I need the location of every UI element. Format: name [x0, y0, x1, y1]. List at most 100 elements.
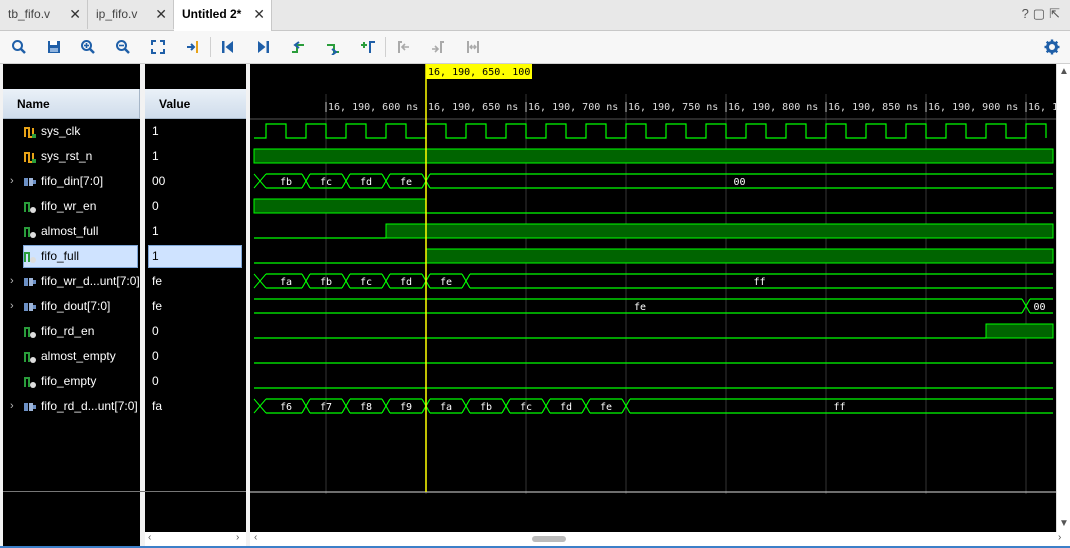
- go-to-last-time-icon[interactable]: [252, 36, 274, 58]
- wave-fifo-rd-count-value-label: f7: [320, 402, 332, 413]
- time-tick-label: 16, 190, 650 ns: [428, 102, 518, 113]
- signal-row[interactable]: › fifo_rd_d...unt[7:0]: [3, 394, 140, 419]
- wave-fifo-wr-count-value-label: fa: [280, 277, 292, 288]
- signal-row[interactable]: › fifo_din[7:0]: [3, 169, 140, 194]
- waveform-canvas[interactable]: 16, 190, 600 ns 16, 190, 650 ns 16, 190, 7…: [250, 64, 1056, 532]
- scroll-up-icon[interactable]: ▲: [1059, 66, 1069, 77]
- wave-fifo-din-transition: [341, 173, 351, 189]
- wave-fifo-wr-count-value-label: fc: [360, 277, 372, 288]
- expand-icon[interactable]: ›: [10, 269, 14, 294]
- scroll-left-icon[interactable]: ‹: [254, 532, 257, 543]
- wave-fifo-rd-count-value-label: f9: [400, 402, 412, 413]
- waveform-horizontal-scrollbar[interactable]: ‹ ›: [250, 532, 1070, 546]
- zoom-out-icon[interactable]: [112, 36, 134, 58]
- add-marker-icon[interactable]: [357, 36, 379, 58]
- signal-row[interactable]: sys_rst_n: [3, 144, 140, 169]
- divider: [3, 491, 246, 492]
- signal-row[interactable]: almost_full: [3, 219, 140, 244]
- wave-fifo-rd-count-transition: [341, 398, 351, 414]
- wave-fifo-din-transition: [381, 173, 391, 189]
- signal-row[interactable]: fifo_wr_en: [3, 194, 140, 219]
- go-to-cursor-icon[interactable]: [182, 36, 204, 58]
- zoom-fit-icon[interactable]: [147, 36, 169, 58]
- signal-name: fifo_empty: [41, 374, 97, 388]
- signal-value-text: 1: [152, 224, 159, 238]
- previous-marker-icon[interactable]: [392, 36, 414, 58]
- wave-fifo-din-value-label: fb: [280, 177, 292, 188]
- search-icon[interactable]: [8, 36, 30, 58]
- wave-fifo-rd-count-transition: [461, 398, 471, 414]
- scroll-left-icon[interactable]: ‹: [148, 532, 151, 543]
- previous-transition-icon[interactable]: [287, 36, 309, 58]
- scroll-right-icon[interactable]: ›: [1058, 532, 1061, 543]
- expand-icon[interactable]: ›: [10, 169, 14, 194]
- tab-tb-fifo[interactable]: tb_fifo.v ✕: [0, 0, 88, 29]
- wave-fifo-rd-en-high: [985, 323, 1054, 339]
- bus-signal-icon: [24, 178, 36, 186]
- save-icon[interactable]: [43, 36, 65, 58]
- expand-icon[interactable]: ›: [10, 394, 14, 419]
- output-signal-icon: [24, 377, 36, 388]
- wave-fifo-wr-count-transition: [301, 273, 311, 289]
- name-column-header[interactable]: Name: [3, 89, 140, 119]
- wave-fifo-dout-value-label: fe: [634, 302, 646, 313]
- zoom-in-icon[interactable]: [77, 36, 99, 58]
- signal-value-text: 1: [152, 124, 159, 138]
- signal-value: 00: [145, 169, 246, 194]
- signal-row[interactable]: fifo_full: [3, 244, 140, 269]
- wave-fifo-rd-count-value-label: ff: [833, 402, 845, 413]
- output-signal-icon: [24, 227, 36, 238]
- next-transition-icon[interactable]: [322, 36, 344, 58]
- scroll-down-icon[interactable]: ▼: [1059, 518, 1069, 529]
- vertical-scrollbar[interactable]: ▲ ▼: [1056, 64, 1070, 532]
- tab-untitled-2[interactable]: Untitled 2* ✕: [174, 0, 272, 31]
- bus-signal-icon: [24, 403, 36, 411]
- signal-value-text: fe: [152, 274, 163, 288]
- output-signal-icon: [24, 352, 36, 363]
- wave-fifo-din-value-label: fc: [320, 177, 332, 188]
- waveform-svg[interactable]: 16, 190, 600 ns 16, 190, 650 ns 16, 190, 7…: [250, 64, 1056, 532]
- scroll-right-icon[interactable]: ›: [236, 532, 239, 543]
- value-column-header[interactable]: Value: [145, 89, 246, 119]
- wave-fifo-rd-count-value-label: fb: [480, 402, 492, 413]
- signal-row[interactable]: almost_empty: [3, 344, 140, 369]
- wave-fifo-rd-count-transition: [581, 398, 591, 414]
- close-icon[interactable]: ✕: [69, 0, 81, 28]
- question-icon[interactable]: ?: [1022, 6, 1033, 21]
- settings-icon[interactable]: [1041, 36, 1063, 58]
- go-to-time-zero-icon[interactable]: [217, 36, 239, 58]
- signal-value: fa: [145, 394, 246, 419]
- signal-value-text: 1: [152, 249, 159, 263]
- signal-row[interactable]: › fifo_dout[7:0]: [3, 294, 140, 319]
- wave-fifo-rd-count-value-label: fe: [600, 402, 612, 413]
- wave-fifo-din-transition: [301, 173, 311, 189]
- wave-fifo-rd-count-transition: [381, 398, 391, 414]
- next-marker-icon[interactable]: [427, 36, 449, 58]
- wave-fifo-rd-count-transition: [541, 398, 551, 414]
- time-tick-label: 16, 190, 600 ns: [328, 102, 418, 113]
- wave-fifo-rd-count-transition: [501, 398, 511, 414]
- editor-tab-bar: tb_fifo.v ✕ ip_fifo.v ✕ Untitled 2* ✕ ?▢⇱: [0, 0, 1070, 31]
- restore-icon[interactable]: ▢: [1033, 6, 1049, 21]
- wave-fifo-wr-count-transition: [341, 273, 351, 289]
- swap-cursors-icon[interactable]: [462, 36, 484, 58]
- close-icon[interactable]: ✕: [253, 0, 265, 28]
- value-horizontal-scrollbar[interactable]: ‹ ›: [145, 532, 246, 546]
- popout-icon[interactable]: ⇱: [1049, 6, 1064, 21]
- wave-sys-clk: [254, 123, 1047, 139]
- wave-fifo-din-value-label: fd: [360, 177, 372, 188]
- scroll-thumb[interactable]: [532, 536, 566, 542]
- wave-fifo-rd-count-value-label: fd: [560, 402, 572, 413]
- signal-row[interactable]: › fifo_wr_d...unt[7:0]: [3, 269, 140, 294]
- expand-icon[interactable]: ›: [10, 294, 14, 319]
- signal-name: almost_empty: [41, 349, 116, 363]
- close-icon[interactable]: ✕: [155, 0, 167, 28]
- output-signal-icon: [24, 202, 36, 213]
- bus-signal-icon: [24, 303, 36, 311]
- tab-ip-fifo[interactable]: ip_fifo.v ✕: [88, 0, 174, 29]
- input-signal-icon: [24, 152, 36, 163]
- signal-row[interactable]: fifo_empty: [3, 369, 140, 394]
- output-signal-icon: [24, 252, 36, 263]
- signal-row[interactable]: fifo_rd_en: [3, 319, 140, 344]
- signal-row[interactable]: sys_clk: [3, 119, 140, 144]
